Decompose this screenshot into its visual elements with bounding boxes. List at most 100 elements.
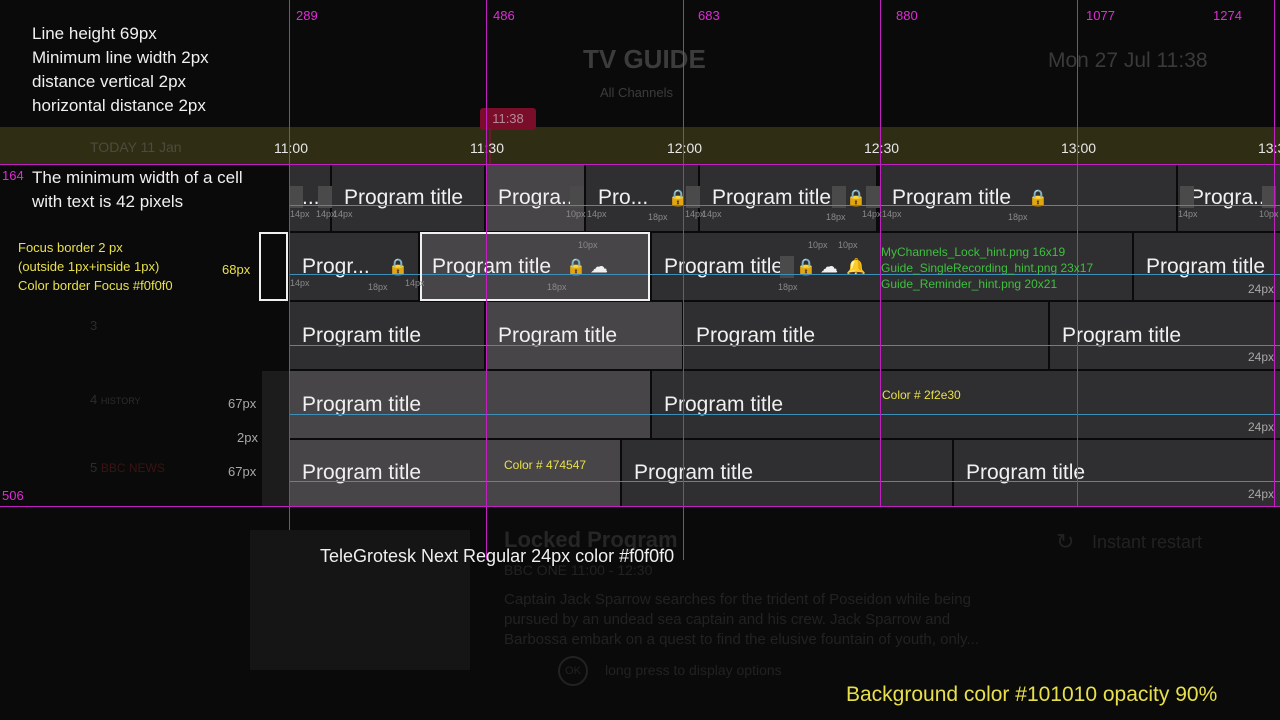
text-baseline — [290, 345, 1280, 346]
program-cell[interactable]: Program title — [290, 371, 650, 438]
timeline-tick: 12:30 — [864, 140, 900, 156]
ok-button-icon[interactable]: OK — [558, 656, 588, 686]
px-marker: 24px — [1248, 350, 1275, 364]
color-label: Color # 2f2e30 — [882, 388, 961, 402]
note-line: Color border Focus #f0f0f0 — [18, 278, 173, 293]
program-title: ... — [302, 186, 320, 209]
program-cell[interactable]: Pro... 🔒 — [586, 165, 698, 231]
px-marker: 10px — [1259, 209, 1279, 219]
program-title: Program title — [302, 323, 422, 347]
timeline-tick: 13:3 — [1258, 140, 1280, 156]
px-marker: 14px — [702, 209, 722, 219]
hint-label: Guide_Reminder_hint.png 20x21 — [881, 277, 1058, 291]
dim-label: 2px — [237, 430, 258, 445]
focus-border — [420, 232, 650, 301]
px-marker: 14px — [862, 209, 882, 219]
program-title: Program title — [302, 392, 422, 416]
channel-stub — [262, 371, 289, 506]
guide-label: 1274 — [1213, 8, 1242, 23]
desc-line: Captain Jack Sparrow searches for the tr… — [504, 591, 971, 608]
note-line: Focus border 2 px — [18, 240, 123, 255]
px-marker: 18px — [547, 282, 567, 292]
guide-title: TV GUIDE — [583, 44, 706, 74]
program-cell[interactable]: Program title — [622, 440, 952, 506]
guide-line — [1077, 0, 1078, 507]
px-marker: 18px — [826, 212, 846, 222]
text-baseline — [290, 414, 1280, 415]
program-cell[interactable]: Program title — [290, 302, 484, 369]
spec-note-focus: Focus border 2 px (outside 1px+inside 1p… — [18, 238, 173, 295]
px-marker: 24px — [1248, 487, 1275, 501]
program-cell[interactable]: Program title — [954, 440, 1280, 506]
program-cell[interactable]: Program title 🔒 — [700, 165, 876, 231]
program-row-5: Program title Program title Program titl… — [262, 440, 1280, 506]
px-marker: 14px — [882, 209, 902, 219]
program-title: Pro... — [598, 186, 649, 209]
px-marker: 14px — [1178, 209, 1198, 219]
desc-line: Barbossa embark on a quest to find the e… — [504, 631, 980, 648]
program-title: Program title — [1062, 323, 1182, 347]
channel-number: 3 — [90, 318, 98, 333]
channel-row-4: 4 HISTORY — [90, 392, 170, 432]
px-marker: 10px — [808, 240, 828, 250]
guide-line — [1274, 0, 1275, 507]
channel-row-5: 5 BBC NEWS — [90, 460, 170, 500]
px-marker: 14px — [587, 209, 607, 219]
program-title: Program title — [892, 186, 1012, 209]
timeline-tick: 11:30 — [470, 140, 504, 156]
program-title: Program title — [664, 392, 784, 416]
now-time-badge: 11:38 — [480, 108, 536, 130]
today-label: TODAY 11 Jan — [90, 139, 182, 155]
program-row-2: Progr... 🔒 Program title 🔒 ☁ Program title 🔒… — [262, 233, 1280, 300]
spec-note-lines: Line height 69px Minimum line width 2px … — [32, 22, 209, 118]
program-row-1: ... Program title Progra... Pro... 🔒 Prog… — [262, 165, 1280, 231]
dim-label: 67px — [228, 464, 257, 479]
guide-label: 506 — [2, 488, 24, 503]
px-marker: 14px — [290, 209, 310, 219]
program-title: Program title — [696, 323, 816, 347]
guide-line — [0, 164, 1280, 165]
timeline-tick: 12:00 — [667, 140, 703, 156]
px-marker: 10px — [578, 240, 598, 250]
font-spec-note: TeleGrotesk Next Regular 24px color #f0f… — [320, 546, 675, 566]
program-cell[interactable]: Program title 🔒 — [880, 165, 1176, 231]
dim-label: 67px — [228, 396, 257, 411]
program-cell[interactable]: Program title — [486, 302, 682, 369]
background-spec-note: Background color #101010 opacity 90% — [846, 683, 1218, 706]
program-title: Program title — [344, 186, 464, 209]
program-title: Progra... — [498, 186, 579, 209]
guide-datetime: Mon 27 Jul 11:38 — [1048, 49, 1208, 72]
guide-line — [486, 0, 487, 560]
px-marker: 14px — [333, 209, 353, 219]
program-cell[interactable]: Program title — [1050, 302, 1280, 369]
guide-label: 1077 — [1086, 8, 1115, 23]
program-cell[interactable]: Program title — [290, 440, 620, 506]
restart-icon[interactable]: ↻ — [1056, 529, 1074, 555]
px-marker: 18px — [648, 212, 668, 222]
guide-line — [0, 506, 1280, 507]
timeline-tick: 11:00 — [274, 140, 308, 156]
program-cell[interactable]: Program title — [684, 302, 1048, 369]
note-line: horizontal distance 2px — [32, 96, 206, 115]
instant-restart-label[interactable]: Instant restart — [1092, 532, 1202, 553]
note-line: Line height 69px — [32, 24, 157, 43]
channel-row-3: 3 — [90, 318, 170, 358]
channel-logo: HISTORY — [100, 396, 141, 406]
channel-logo: BBC NEWS — [100, 461, 165, 475]
px-marker: 18px — [1008, 212, 1028, 222]
desc-line: pursued by an undead sea captain and his… — [504, 611, 951, 628]
program-cell[interactable]: Program title — [332, 165, 484, 231]
program-title: Progra... — [1190, 186, 1271, 209]
hint-label: MyChannels_Lock_hint.png 16x19 — [881, 245, 1066, 259]
program-cell[interactable]: Program title — [652, 371, 1280, 438]
note-line: The minimum width of a cell — [32, 168, 243, 187]
hint-label: Guide_SingleRecording_hint.png 23x17 — [881, 261, 1094, 275]
program-cell[interactable]: Progr... 🔒 — [290, 233, 418, 300]
focus-border-sample — [259, 232, 288, 301]
text-baseline — [290, 205, 1280, 206]
timeline-tick: 13:00 — [1061, 140, 1097, 156]
px-marker: 24px — [1248, 282, 1275, 296]
channel-number: 4 — [90, 392, 98, 407]
guide-label: 683 — [698, 8, 720, 23]
px-marker: 14px — [405, 278, 425, 288]
